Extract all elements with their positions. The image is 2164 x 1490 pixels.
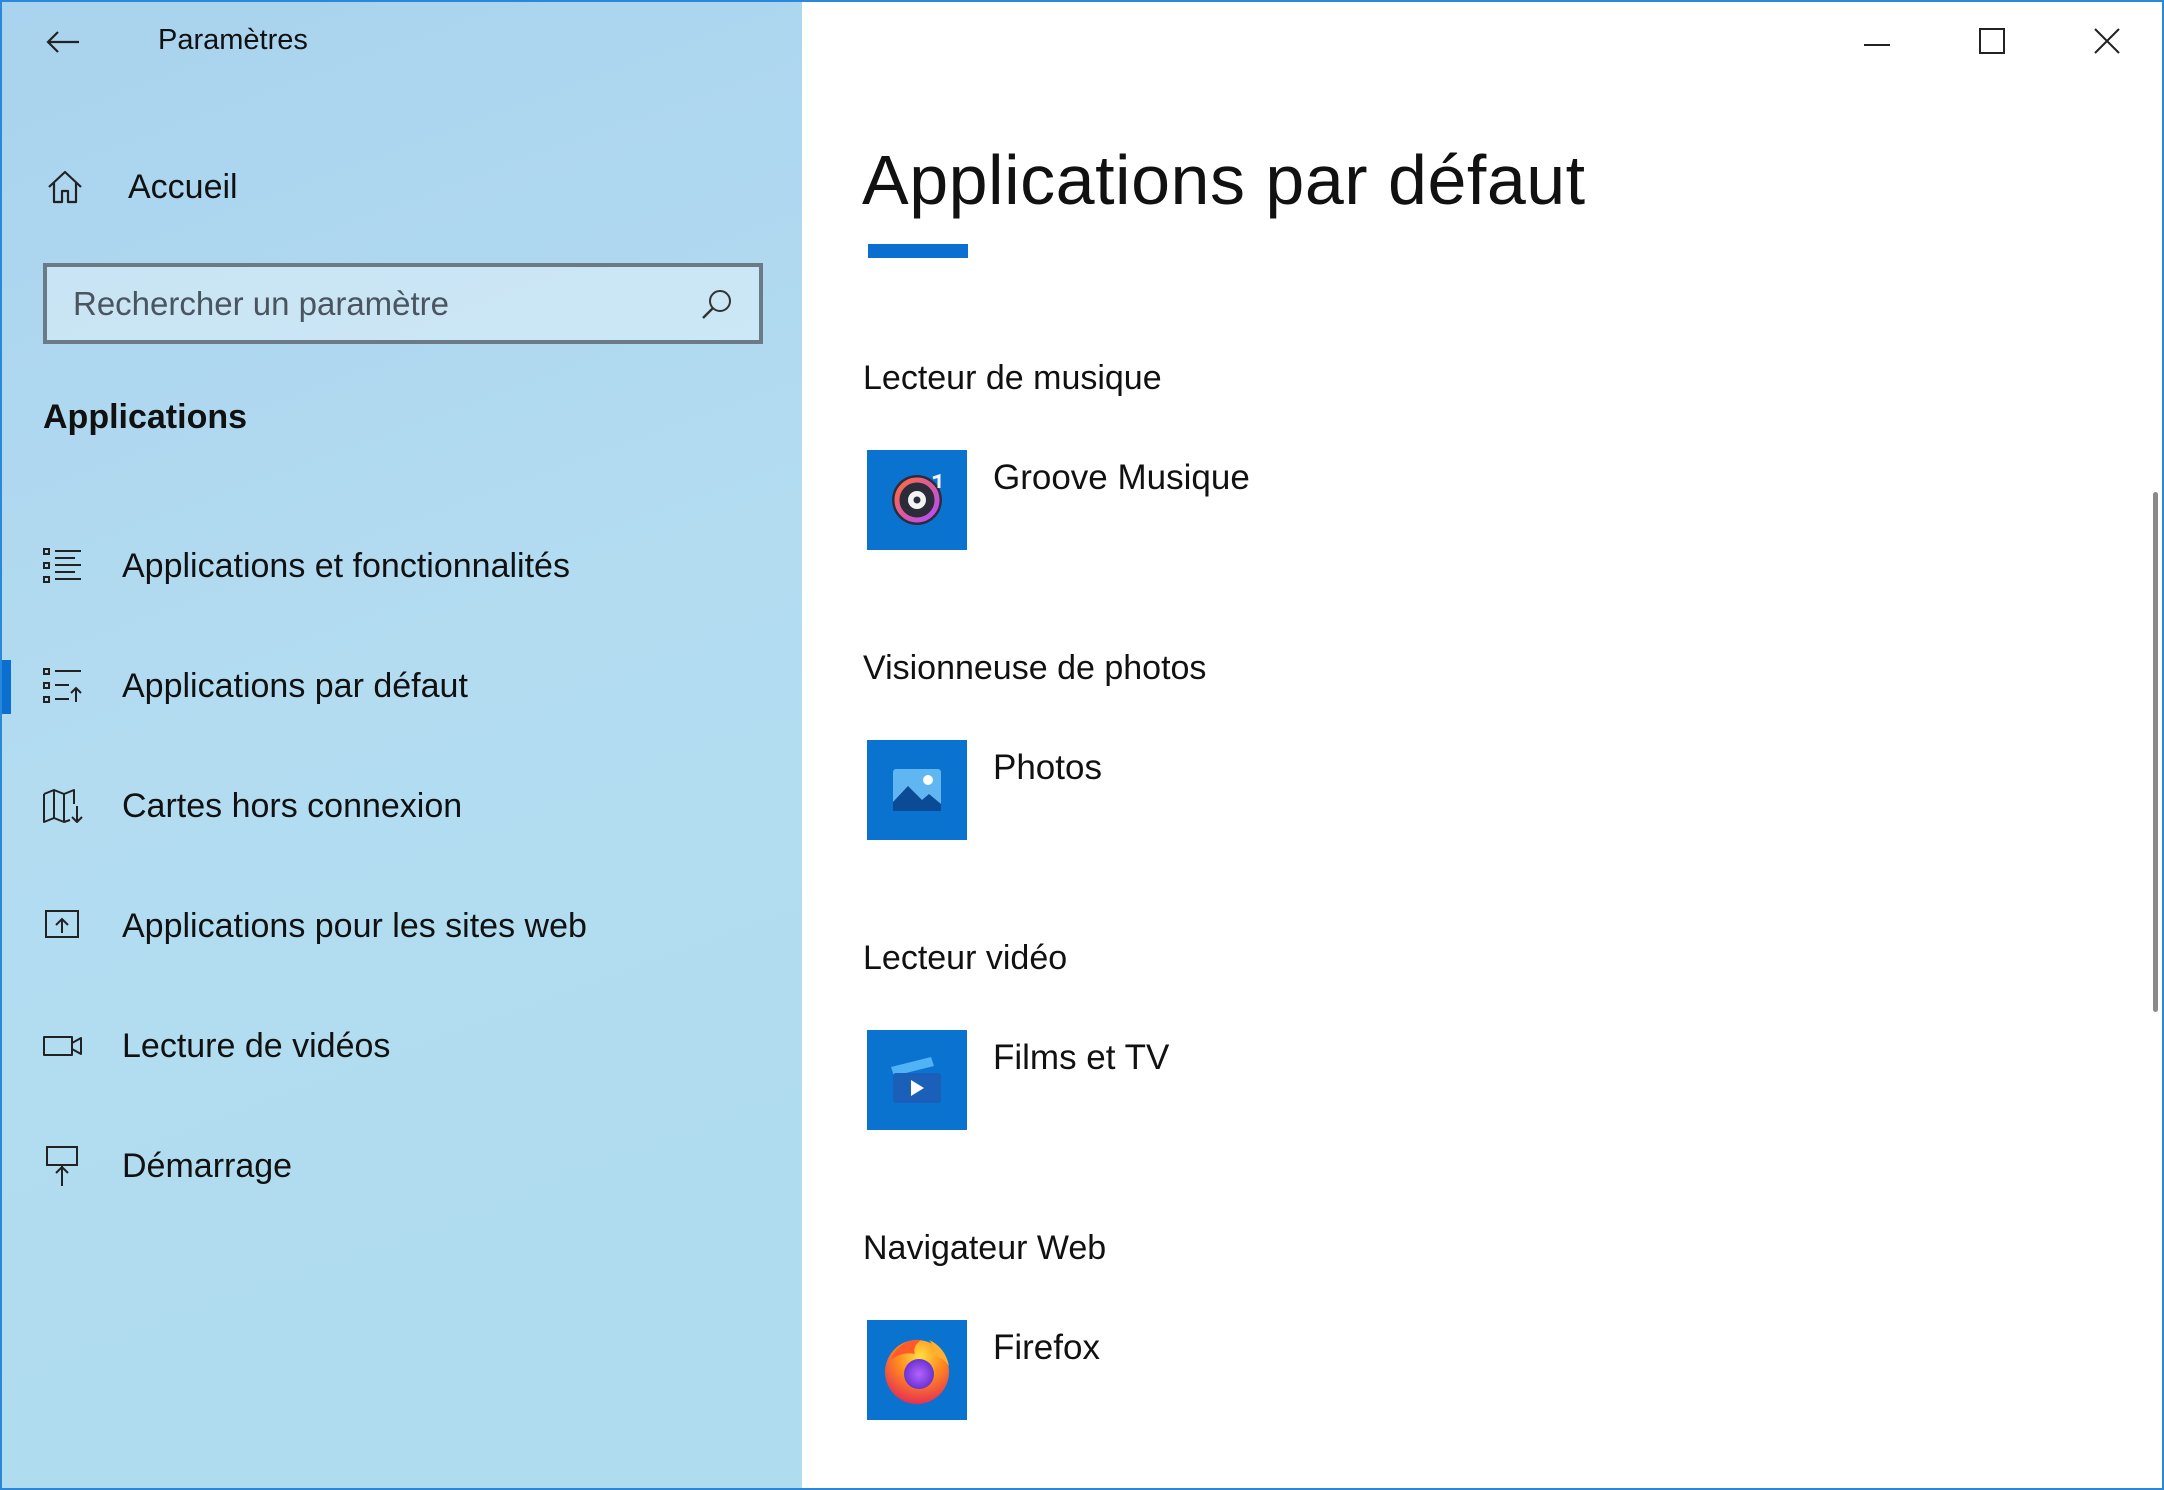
minimize-button[interactable] <box>1819 2 1934 84</box>
sidebar-item-label: Cartes hors connexion <box>122 786 463 825</box>
offline-maps-icon <box>40 783 86 829</box>
apps-for-websites-icon <box>40 903 86 949</box>
category-label-browser: Navigateur Web <box>863 1229 1107 1267</box>
default-app-browser-button[interactable]: Firefox <box>867 1320 1567 1420</box>
section-title: Applications <box>43 398 248 436</box>
scrollbar[interactable] <box>2153 492 2158 1012</box>
app-title: Paramètres <box>158 24 308 56</box>
default-app-music-button[interactable]: Groove Musique <box>867 450 1567 550</box>
sidebar: Paramètres Accueil Applications Applicat… <box>2 2 802 1488</box>
close-icon <box>2093 27 2120 59</box>
home-link[interactable]: Accueil <box>42 152 762 222</box>
home-label: Accueil <box>128 167 238 206</box>
startup-icon <box>40 1143 86 1189</box>
selected-indicator <box>2 660 11 714</box>
sidebar-item-label: Démarrage <box>122 1146 293 1185</box>
maximize-icon <box>1978 27 2005 59</box>
search-icon[interactable] <box>687 274 747 334</box>
page-title: Applications par défaut <box>862 141 1586 219</box>
title-accent-bar <box>868 244 968 258</box>
category-label-music: Lecteur de musique <box>863 359 1162 397</box>
films-tv-icon <box>867 1030 967 1130</box>
close-button[interactable] <box>2049 2 2162 84</box>
sidebar-item-offline-maps[interactable]: Cartes hors connexion <box>2 756 802 856</box>
photos-icon <box>867 740 967 840</box>
sidebar-item-label: Applications par défaut <box>122 666 468 705</box>
default-app-name: Groove Musique <box>993 458 1250 497</box>
category-label-photos: Visionneuse de photos <box>863 649 1207 687</box>
default-app-photos-button[interactable]: Photos <box>867 740 1567 840</box>
maximize-button[interactable] <box>1934 2 2049 84</box>
default-apps-icon <box>40 663 86 709</box>
home-icon <box>42 164 88 210</box>
category-label-video: Lecteur vidéo <box>863 939 1068 977</box>
sidebar-item-apps-websites[interactable]: Applications pour les sites web <box>2 876 802 976</box>
main-pane: Applications par défaut Lecteur de musiq… <box>802 2 2162 1488</box>
sidebar-item-default-apps[interactable]: Applications par défaut <box>2 636 802 736</box>
default-app-name: Films et TV <box>993 1038 1170 1077</box>
default-app-name: Photos <box>993 748 1102 787</box>
sidebar-item-video-playback[interactable]: Lecture de vidéos <box>2 996 802 1096</box>
settings-window: Paramètres Accueil Applications Applicat… <box>0 0 2164 1490</box>
default-app-video-button[interactable]: Films et TV <box>867 1030 1567 1130</box>
search-input[interactable] <box>47 283 687 324</box>
minimize-icon <box>1863 34 1890 52</box>
window-controls <box>1819 2 2162 84</box>
groove-music-icon <box>867 450 967 550</box>
sidebar-item-startup[interactable]: Démarrage <box>2 1116 802 1216</box>
sidebar-item-label: Applications et fonctionnalités <box>122 546 570 585</box>
back-arrow-icon <box>45 30 81 59</box>
back-button[interactable] <box>32 16 94 72</box>
default-app-name: Firefox <box>993 1328 1100 1367</box>
sidebar-item-label: Lecture de vidéos <box>122 1026 391 1065</box>
firefox-icon <box>867 1320 967 1420</box>
apps-features-icon <box>40 543 86 589</box>
sidebar-item-apps-features[interactable]: Applications et fonctionnalités <box>2 516 802 616</box>
video-playback-icon <box>40 1023 86 1069</box>
search-box[interactable] <box>43 263 763 344</box>
sidebar-item-label: Applications pour les sites web <box>122 906 587 945</box>
